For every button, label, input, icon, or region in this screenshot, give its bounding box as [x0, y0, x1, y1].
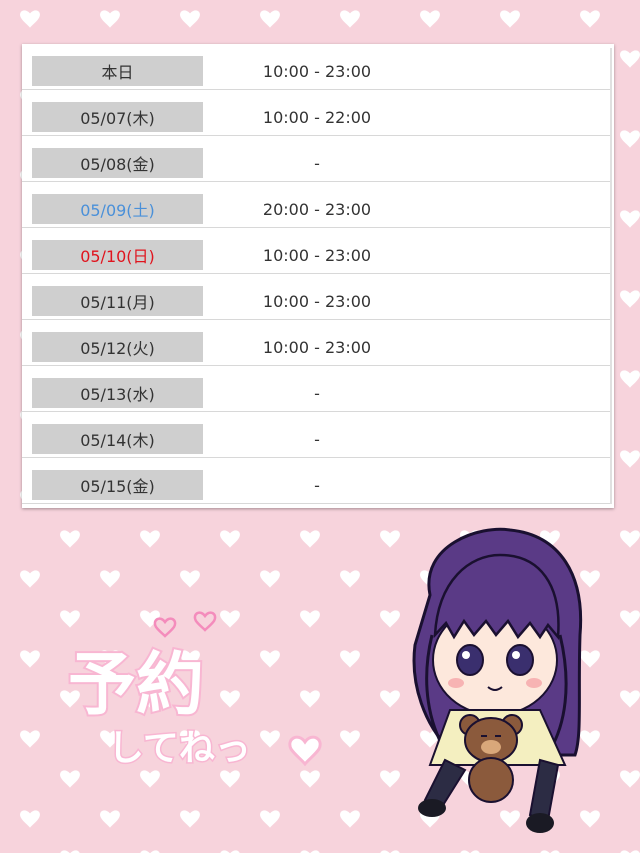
heart-icon [340, 730, 360, 748]
heart-icon [420, 10, 440, 28]
heart-icon [220, 530, 240, 548]
heart-icon [620, 610, 640, 628]
heart-icon [620, 130, 640, 148]
schedule-time: 10:00 - 23:00 [262, 245, 372, 265]
schedule-row: 05/08(金) - [22, 136, 610, 182]
schedule-time: 10:00 - 23:00 [262, 291, 372, 311]
schedule-row: 05/15(金) - [22, 458, 610, 504]
heart-icon [340, 570, 360, 588]
heart-icon [260, 10, 280, 28]
heart-icon [620, 50, 640, 68]
schedule-date: 05/09(土) [32, 194, 203, 224]
schedule-time: 20:00 - 23:00 [262, 199, 372, 219]
schedule-row: 本日 10:00 - 23:00 [22, 44, 610, 90]
schedule-date: 05/14(木) [32, 424, 203, 454]
heart-icon [620, 530, 640, 548]
schedule-row: 05/07(木) 10:00 - 22:00 [22, 90, 610, 136]
heart-icon [288, 735, 322, 767]
schedule-time: 10:00 - 22:00 [262, 107, 372, 127]
heart-icon [620, 770, 640, 788]
schedule-row: 05/11(月) 10:00 - 23:00 [22, 274, 610, 320]
heart-icon [620, 690, 640, 708]
heart-icon [20, 10, 40, 28]
heart-icon [260, 810, 280, 828]
heart-icon [180, 570, 200, 588]
heart-icon [180, 10, 200, 28]
schedule-date: 05/11(月) [32, 286, 203, 316]
schedule-time: - [314, 429, 320, 449]
schedule-date: 05/08(金) [32, 148, 203, 178]
heart-icon [153, 617, 177, 638]
schedule-time: 10:00 - 23:00 [262, 337, 372, 357]
heart-icon [620, 290, 640, 308]
heart-icon [620, 370, 640, 388]
heart-icon [500, 10, 520, 28]
heart-icon [100, 10, 120, 28]
heart-icon [620, 210, 640, 228]
heart-icon [20, 650, 40, 668]
reservation-banner: 予約 してねっ [66, 611, 322, 771]
schedule-row: 05/12(火) 10:00 - 23:00 [22, 320, 610, 366]
heart-icon [340, 810, 360, 828]
schedule-row: 05/13(水) - [22, 366, 610, 412]
schedule-date: 05/12(火) [32, 332, 203, 362]
heart-icon [20, 730, 40, 748]
heart-icon [340, 10, 360, 28]
schedule-time: - [314, 475, 320, 495]
heart-icon [300, 530, 320, 548]
schedule-date: 05/10(日) [32, 240, 203, 270]
scrollbar[interactable] [610, 48, 612, 504]
schedule-time: 10:00 - 23:00 [262, 61, 372, 81]
schedule-row: 05/14(木) - [22, 412, 610, 458]
schedule-time: - [314, 153, 320, 173]
schedule-row: 05/09(土) 20:00 - 23:00 [22, 182, 610, 228]
heart-icon [20, 810, 40, 828]
heart-icon [180, 810, 200, 828]
heart-icon [620, 450, 640, 468]
schedule-date: 05/07(木) [32, 102, 203, 132]
heart-icon [260, 570, 280, 588]
heart-icon [340, 650, 360, 668]
heart-icon [20, 570, 40, 588]
heart-icon [193, 611, 217, 632]
heart-icon [100, 810, 120, 828]
banner-subtitle: してねっ [108, 728, 251, 769]
heart-icon [580, 10, 600, 28]
schedule-date: 05/13(水) [32, 378, 203, 408]
schedule-table: 本日 10:00 - 23:00 05/07(木) 10:00 - 22:00 05/0… [22, 44, 614, 508]
schedule-time: - [314, 383, 320, 403]
character-illustration [412, 527, 583, 833]
banner-title: 予約 [68, 646, 204, 725]
heart-icon [100, 570, 120, 588]
schedule-date: 本日 [32, 56, 203, 86]
schedule-date: 05/15(金) [32, 470, 203, 500]
schedule-row: 05/10(日) 10:00 - 23:00 [22, 228, 610, 274]
heart-icon [60, 530, 80, 548]
heart-icon [140, 530, 160, 548]
